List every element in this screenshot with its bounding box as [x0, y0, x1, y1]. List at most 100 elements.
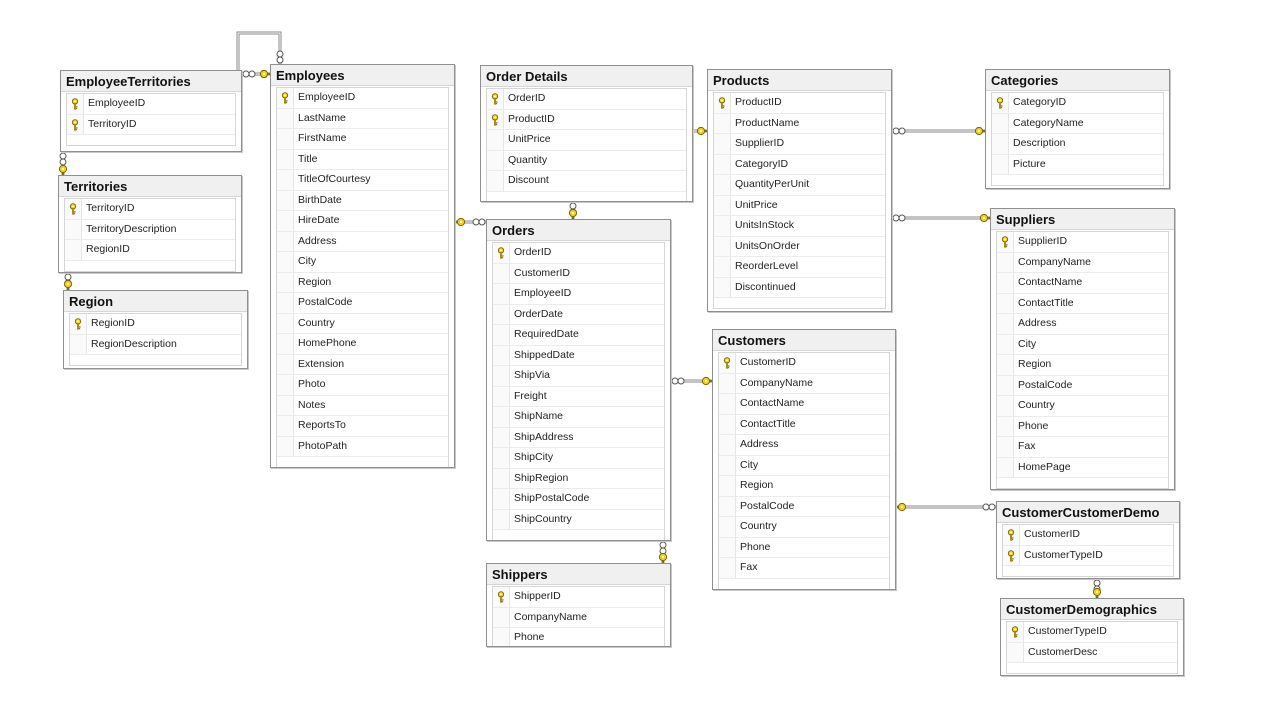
table-title[interactable]: Orders	[487, 220, 670, 241]
relationship-line[interactable]	[1092, 579, 1102, 598]
column-row[interactable]: CustomerID	[1003, 525, 1173, 546]
column-row[interactable]: UnitsInStock	[714, 216, 885, 237]
column-row[interactable]: Quantity	[487, 150, 686, 171]
column-row[interactable]: ReportsTo	[277, 416, 448, 437]
column-row[interactable]: OrderID	[487, 89, 686, 110]
column-row[interactable]: CustomerTypeID	[1007, 622, 1177, 643]
row-selector[interactable]	[277, 252, 294, 272]
row-selector[interactable]	[997, 457, 1014, 477]
column-row[interactable]: PhotoPath	[277, 436, 448, 457]
row-selector[interactable]	[277, 354, 294, 374]
column-row[interactable]: Phone	[997, 416, 1168, 437]
relationship-line[interactable]	[455, 217, 486, 227]
row-selector[interactable]	[997, 355, 1014, 375]
column-row[interactable]: City	[997, 334, 1168, 355]
row-selector[interactable]	[487, 109, 504, 129]
column-row[interactable]: Picture	[992, 154, 1163, 175]
table-shippers[interactable]: Shippers ShipperID CompanyName Phone	[486, 563, 671, 647]
row-selector[interactable]	[714, 277, 731, 297]
column-row[interactable]: CustomerID	[719, 353, 889, 374]
row-selector[interactable]	[70, 314, 87, 334]
new-row-placeholder[interactable]	[1003, 566, 1173, 576]
column-row[interactable]: TerritoryID	[67, 114, 235, 135]
row-selector[interactable]	[277, 395, 294, 415]
table-employeeterritories[interactable]: EmployeeTerritories EmployeeID TerritoryID	[60, 70, 242, 152]
column-row[interactable]: SupplierID	[997, 232, 1168, 253]
column-row[interactable]: ShipPostalCode	[493, 489, 664, 510]
column-row[interactable]: FirstName	[277, 129, 448, 150]
column-row[interactable]: Region	[277, 272, 448, 293]
row-selector[interactable]	[67, 114, 84, 134]
relationship-line[interactable]	[568, 202, 578, 219]
column-row[interactable]: PostalCode	[997, 375, 1168, 396]
table-orders[interactable]: Orders OrderID CustomerID EmployeeID OrderDa…	[486, 219, 671, 541]
table-title[interactable]: Shippers	[487, 564, 670, 585]
row-selector[interactable]	[67, 94, 84, 114]
column-row[interactable]: CompanyName	[493, 607, 664, 628]
column-row[interactable]: CategoryID	[714, 154, 885, 175]
row-selector[interactable]	[719, 517, 736, 537]
column-row[interactable]: CategoryName	[992, 113, 1163, 134]
row-selector[interactable]	[997, 396, 1014, 416]
column-row[interactable]: City	[719, 455, 889, 476]
row-selector[interactable]	[277, 149, 294, 169]
row-selector[interactable]	[70, 334, 87, 354]
row-selector[interactable]	[493, 366, 510, 386]
row-selector[interactable]	[719, 496, 736, 516]
row-selector[interactable]	[997, 437, 1014, 457]
row-selector[interactable]	[493, 304, 510, 324]
row-selector[interactable]	[719, 394, 736, 414]
row-selector[interactable]	[997, 334, 1014, 354]
table-title[interactable]: Suppliers	[991, 209, 1174, 230]
column-row[interactable]: City	[277, 252, 448, 273]
row-selector[interactable]	[493, 468, 510, 488]
relationship-line[interactable]	[63, 273, 73, 290]
row-selector[interactable]	[997, 232, 1014, 252]
column-row[interactable]: Region	[719, 476, 889, 497]
row-selector[interactable]	[487, 130, 504, 150]
column-row[interactable]: ShipVia	[493, 366, 664, 387]
row-selector[interactable]	[719, 455, 736, 475]
row-selector[interactable]	[277, 129, 294, 149]
table-title[interactable]: CustomerCustomerDemo	[997, 502, 1179, 523]
new-row-placeholder[interactable]	[992, 175, 1163, 185]
column-row[interactable]: Phone	[719, 537, 889, 558]
row-selector[interactable]	[997, 416, 1014, 436]
row-selector[interactable]	[493, 407, 510, 427]
row-selector[interactable]	[992, 154, 1009, 174]
row-selector[interactable]	[1007, 622, 1024, 642]
table-title[interactable]: Customers	[713, 330, 895, 351]
relationship-line[interactable]	[58, 152, 68, 175]
column-row[interactable]: Notes	[277, 395, 448, 416]
row-selector[interactable]	[997, 375, 1014, 395]
column-row[interactable]: Photo	[277, 375, 448, 396]
row-selector[interactable]	[277, 211, 294, 231]
relationship-line[interactable]	[671, 376, 712, 386]
row-selector[interactable]	[493, 489, 510, 509]
column-row[interactable]: ProductID	[714, 93, 885, 114]
new-row-placeholder[interactable]	[997, 478, 1168, 488]
column-row[interactable]: Country	[719, 517, 889, 538]
row-selector[interactable]	[277, 88, 294, 108]
column-row[interactable]: Country	[277, 313, 448, 334]
relationship-line[interactable]	[896, 502, 996, 512]
row-selector[interactable]	[493, 284, 510, 304]
row-selector[interactable]	[719, 414, 736, 434]
table-title[interactable]: Employees	[271, 65, 454, 86]
table-employees[interactable]: Employees EmployeeID LastName FirstName Titl…	[270, 64, 455, 468]
database-diagram-canvas[interactable]: EmployeeTerritories EmployeeID TerritoryID…	[0, 0, 1280, 711]
column-row[interactable]: Phone	[493, 628, 664, 646]
row-selector[interactable]	[719, 435, 736, 455]
new-row-placeholder[interactable]	[714, 298, 885, 308]
relationship-line[interactable]	[892, 213, 990, 223]
row-selector[interactable]	[277, 416, 294, 436]
relationship-line[interactable]	[242, 69, 270, 79]
table-title[interactable]: CustomerDemographics	[1001, 599, 1183, 620]
column-row[interactable]: Freight	[493, 386, 664, 407]
new-row-placeholder[interactable]	[277, 457, 448, 467]
column-row[interactable]: PostalCode	[719, 496, 889, 517]
row-selector[interactable]	[493, 345, 510, 365]
column-row[interactable]: Discontinued	[714, 277, 885, 298]
column-row[interactable]: ProductID	[487, 109, 686, 130]
row-selector[interactable]	[992, 93, 1009, 113]
